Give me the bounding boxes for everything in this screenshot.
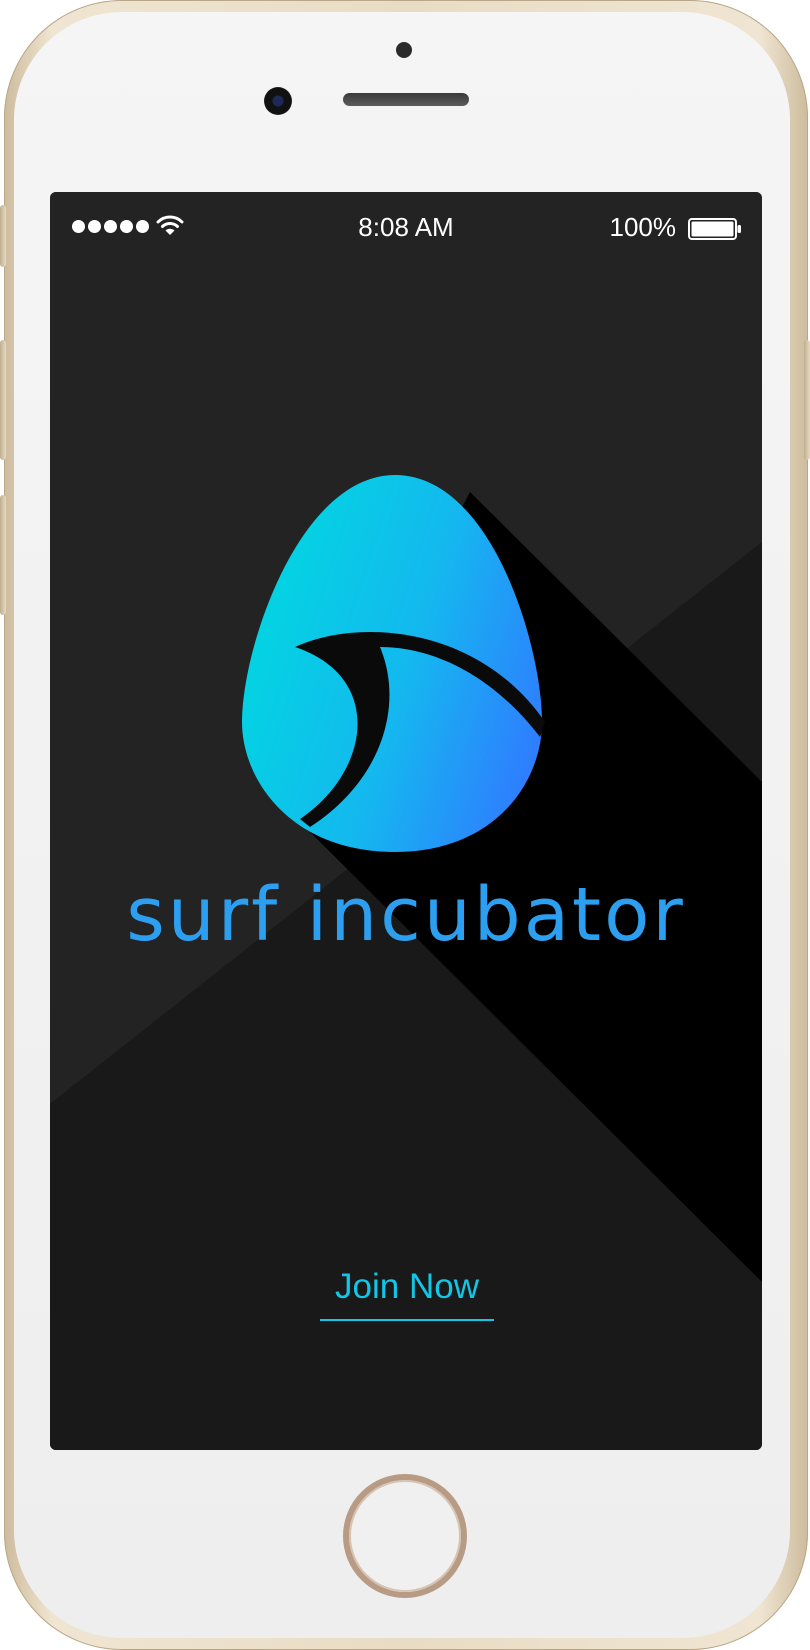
join-now-button[interactable]: Join Now	[320, 1267, 494, 1321]
earpiece-speaker	[343, 93, 469, 106]
surf-egg-wave-logo	[242, 475, 545, 852]
front-camera-icon	[264, 87, 292, 115]
power-button	[804, 340, 810, 460]
volume-down-button	[0, 495, 6, 615]
app-screen: 8:08 AM 100% surf incubator Join Now	[50, 192, 762, 1450]
battery-percentage: 100%	[609, 212, 677, 242]
brand-name: surf incubator	[126, 872, 686, 958]
status-bar: 8:08 AM 100%	[50, 192, 762, 262]
phone-mockup: 8:08 AM 100% surf incubator Join Now	[0, 0, 810, 1650]
mute-switch	[0, 205, 6, 267]
battery-icon	[688, 218, 741, 240]
volume-up-button	[0, 340, 6, 460]
proximity-sensor	[396, 42, 412, 58]
home-button[interactable]	[343, 1474, 467, 1598]
